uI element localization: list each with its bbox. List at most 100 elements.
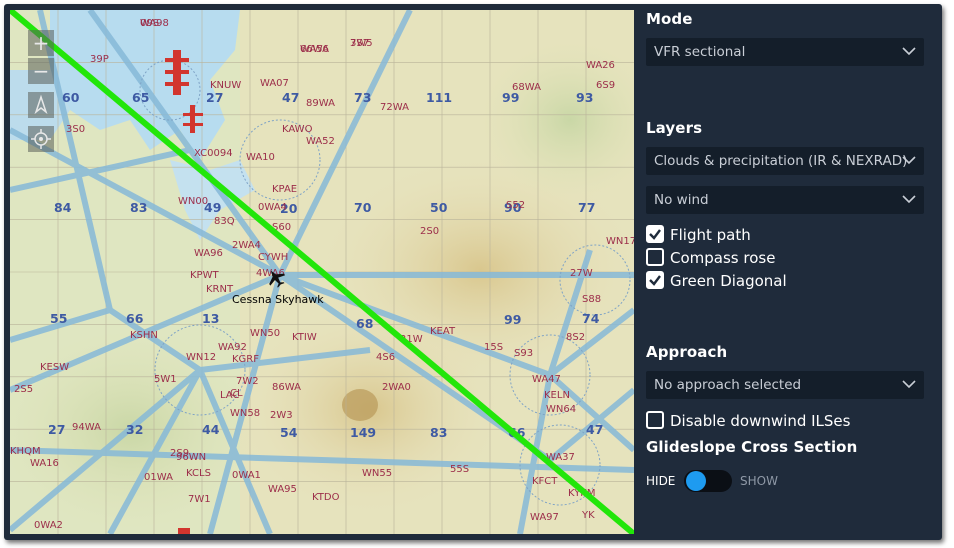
checkbox-unchecked-icon bbox=[646, 410, 664, 429]
mode-select-value: VFR sectional bbox=[654, 44, 746, 60]
locate-button[interactable] bbox=[28, 126, 54, 152]
approach-select[interactable]: No approach selected bbox=[646, 371, 924, 399]
chart-number-label: 70 bbox=[354, 200, 372, 215]
chart-airport-label: 8S2 bbox=[566, 332, 585, 343]
chart-number-label: 60 bbox=[62, 90, 80, 105]
vfr-map[interactable]: 60 65 27 47 73 111 99 93 84 83 49 70 50 90 77 55 66 13 68 9… bbox=[10, 10, 634, 534]
checkbox-unchecked-icon bbox=[646, 247, 664, 266]
chart-airport-label: WN50 bbox=[250, 328, 280, 339]
chart-airport-label: 5W1 bbox=[154, 374, 177, 385]
disable-downwind-label: Disable downwind ILSes bbox=[670, 412, 851, 430]
chart-airport-label: WA92 bbox=[218, 342, 247, 353]
chevron-down-icon bbox=[902, 47, 916, 56]
hide-label: HIDE bbox=[646, 474, 676, 488]
chart-airport-label: 01WA bbox=[144, 472, 173, 483]
green-diagonal-label: Green Diagonal bbox=[670, 272, 787, 290]
chart-number-label: 77 bbox=[578, 200, 595, 215]
chart-number-label: 32 bbox=[126, 422, 143, 437]
chart-airport-label: WN17 bbox=[606, 236, 634, 247]
chart-number-label: 50 bbox=[430, 200, 448, 215]
chart-airport-label: 2WA4 bbox=[232, 240, 261, 251]
chart-airport-label: 0WA4 bbox=[258, 202, 287, 213]
chart-airport-label: YK bbox=[581, 510, 595, 521]
chart-airport-label: XC0094 bbox=[194, 148, 233, 159]
chart-airport-label: 2S9 bbox=[170, 448, 189, 459]
chart-number-label: 73 bbox=[354, 90, 371, 105]
checkbox-checked-icon bbox=[646, 270, 664, 289]
chart-number-label: 68 bbox=[356, 316, 373, 331]
chart-airport-label: WN58 bbox=[230, 408, 260, 419]
disable-downwind-checkbox[interactable]: Disable downwind ILSes bbox=[646, 410, 851, 431]
wind-select[interactable]: No wind bbox=[646, 186, 924, 214]
chart-number-label: 13 bbox=[202, 311, 219, 326]
chart-airport-label: KTIW bbox=[292, 332, 317, 343]
chart-airport-label: 68WA bbox=[512, 82, 541, 93]
glideslope-toggle[interactable] bbox=[684, 470, 732, 492]
chart-number-label: 74 bbox=[582, 311, 600, 326]
chart-number-label: 83 bbox=[430, 425, 447, 440]
chart-airport-label: 86WA bbox=[272, 382, 301, 393]
chart-airport-label: 0WA1 bbox=[232, 470, 261, 481]
checkbox-checked-icon bbox=[646, 224, 664, 243]
chart-airport-label: KTDO bbox=[312, 492, 340, 503]
chart-airport-label: KFCT bbox=[532, 476, 558, 487]
chart-airport-label: 7S7 bbox=[350, 38, 369, 49]
chart-airport-label: KNUW bbox=[210, 80, 241, 91]
clouds-select-value: Clouds & precipitation (IR & NEXRAD) bbox=[654, 153, 908, 169]
chart-airport-label: 66WA bbox=[300, 44, 329, 55]
chart-airport-label: S52 bbox=[506, 200, 525, 211]
chart-number-label: 65 bbox=[132, 90, 149, 105]
zoom-in-button[interactable]: + bbox=[28, 30, 54, 56]
chart-airport-label: KPWT bbox=[190, 270, 219, 281]
chart-airport-label: WN00 bbox=[178, 196, 208, 207]
flight-path-checkbox[interactable]: Flight path bbox=[646, 224, 751, 245]
north-arrow-icon bbox=[34, 94, 48, 115]
chart-airport-label: WA47 bbox=[532, 374, 561, 385]
crosshair-icon bbox=[31, 129, 51, 149]
chart-airport-label: 3S0 bbox=[66, 124, 85, 135]
compass-rose-checkbox[interactable]: Compass rose bbox=[646, 247, 775, 268]
chart-number-label: 54 bbox=[280, 425, 298, 440]
approach-select-value: No approach selected bbox=[654, 377, 802, 393]
chart-airport-label: 15S bbox=[484, 342, 503, 353]
chart-airport-label: WN55 bbox=[362, 468, 392, 479]
wind-select-value: No wind bbox=[654, 192, 709, 208]
mode-select[interactable]: VFR sectional bbox=[646, 38, 924, 66]
app-window: 60 65 27 47 73 111 99 93 84 83 49 70 50 90 77 55 66 13 68 9… bbox=[4, 4, 942, 540]
chart-airport-label: 6S9 bbox=[596, 80, 615, 91]
clouds-select[interactable]: Clouds & precipitation (IR & NEXRAD) bbox=[646, 147, 924, 175]
chart-number-label: 93 bbox=[576, 90, 593, 105]
chart-airport-label: 27W bbox=[570, 268, 593, 279]
chart-airport-label: 55S bbox=[450, 464, 469, 475]
chevron-down-icon bbox=[902, 380, 916, 389]
aircraft-label: Cessna Skyhawk bbox=[232, 293, 324, 306]
green-diagonal-checkbox[interactable]: Green Diagonal bbox=[646, 270, 787, 291]
chart-number-label: 149 bbox=[350, 425, 376, 440]
chart-airport-label: KESW bbox=[40, 362, 69, 373]
chart-airport-label: 7W1 bbox=[188, 494, 211, 505]
chart-airport-label: WA16 bbox=[30, 458, 59, 469]
chart-airport-label: KCLS bbox=[186, 468, 211, 479]
chart-airport-label: WA07 bbox=[260, 78, 289, 89]
chart-airport-label: 2WA0 bbox=[382, 382, 411, 393]
chart-number-label: 47 bbox=[586, 422, 603, 437]
chart-airport-label: KGRF bbox=[232, 354, 259, 365]
chart-airport-label: S93 bbox=[514, 348, 533, 359]
chart-airport-label: WA10 bbox=[246, 152, 275, 163]
approach-title: Approach bbox=[646, 343, 728, 361]
chart-airport-label: S88 bbox=[582, 294, 601, 305]
chart-airport-label: 39P bbox=[90, 54, 109, 65]
chart-airport-label: 83Q bbox=[214, 216, 235, 227]
zoom-out-button[interactable]: − bbox=[28, 58, 54, 84]
north-up-button[interactable] bbox=[28, 92, 54, 118]
layers-title: Layers bbox=[646, 119, 703, 137]
settings-panel: Mode VFR sectional Layers Clouds & preci… bbox=[646, 4, 936, 540]
chevron-down-icon bbox=[902, 195, 916, 204]
chart-airport-label: 94WA bbox=[72, 422, 101, 433]
chart-airport-label: 4WA6 bbox=[256, 268, 285, 279]
mode-title: Mode bbox=[646, 10, 693, 28]
glideslope-title: Glideslope Cross Section bbox=[646, 438, 858, 456]
chart-number-label: 84 bbox=[54, 200, 72, 215]
chart-number-label: 27 bbox=[48, 422, 65, 437]
chart-airport-label: WA95 bbox=[268, 484, 297, 495]
